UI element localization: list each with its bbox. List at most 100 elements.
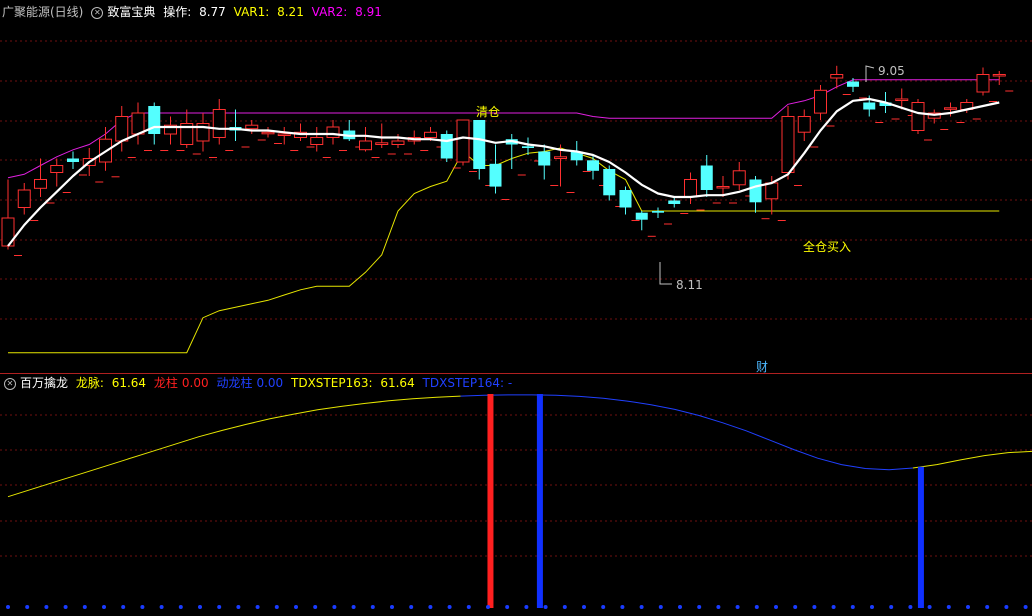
signal-dot xyxy=(505,605,510,609)
var2-value: 8.91 xyxy=(355,5,382,19)
signal-dot xyxy=(178,605,183,609)
candle-body xyxy=(944,107,957,110)
candle-body xyxy=(245,124,259,130)
high-price-label: 9.05 xyxy=(878,64,905,78)
candle-body xyxy=(554,156,567,160)
candle-body xyxy=(391,140,405,145)
candle-body xyxy=(440,134,453,159)
candle-body xyxy=(131,112,145,135)
signal-dot xyxy=(966,605,970,609)
signal-dot xyxy=(774,605,778,609)
longmai-line xyxy=(460,394,913,471)
candle-body xyxy=(911,102,925,131)
close-icon[interactable]: ✕ xyxy=(91,6,104,19)
main-header: 广聚能源(日线) ✕ 致富宝典 操作: 8.77 VAR1: 8.21 VAR2: … xyxy=(0,2,386,22)
candle-body xyxy=(619,190,632,208)
signal-dot xyxy=(908,605,913,609)
candle-body xyxy=(652,211,664,213)
var1-label: VAR1: 8.21 xyxy=(233,5,304,19)
signal-dot xyxy=(409,605,414,609)
signal-dot xyxy=(754,605,759,609)
longmai-line xyxy=(912,450,1032,469)
signal-dot xyxy=(274,605,279,609)
candle-body xyxy=(34,179,47,189)
candle-body xyxy=(684,179,697,198)
step164-label: TDXSTEP164: - xyxy=(422,376,513,390)
signal-dot xyxy=(812,605,817,609)
qianlong-bar xyxy=(536,394,543,608)
qianlong-label: 动龙柱 xyxy=(216,376,253,390)
candle-body xyxy=(424,131,437,139)
signal-dot xyxy=(639,605,644,609)
candle-body xyxy=(67,158,79,162)
longzhu-value: 0.00 xyxy=(181,376,209,390)
signal-dot xyxy=(716,605,721,609)
var1-value: 8.21 xyxy=(277,5,304,19)
candle-body xyxy=(538,151,551,166)
signal-dot xyxy=(927,605,932,609)
candle-body xyxy=(359,140,372,151)
signal-dot xyxy=(985,605,990,609)
candle-body xyxy=(261,131,275,135)
candle-body xyxy=(814,89,827,114)
longmai-line xyxy=(7,395,461,498)
step163-label: TDXSTEP163: 61.64 xyxy=(291,376,415,390)
signal-dot xyxy=(946,605,951,609)
candle-body xyxy=(895,98,909,101)
signal-dot xyxy=(658,605,663,609)
candle-body xyxy=(587,160,599,171)
candle-body xyxy=(489,163,502,187)
signal-dot xyxy=(582,605,586,609)
signal-dot xyxy=(793,605,798,609)
signal-dot xyxy=(870,605,874,609)
candle-body xyxy=(765,182,779,200)
candle-body xyxy=(749,179,762,203)
quancang-label: 全仓买入 xyxy=(803,240,852,254)
signal-dot xyxy=(6,605,10,609)
signal-dot xyxy=(82,605,87,609)
qingcang-label: 清仓 xyxy=(476,105,501,119)
signal-dot xyxy=(466,605,471,609)
candle-body xyxy=(375,142,389,146)
longmai-label: 龙脉: 61.64 xyxy=(75,376,147,390)
signal-dot xyxy=(697,605,702,609)
candle-body xyxy=(277,133,291,136)
symbol-title: 广聚能源(日线) xyxy=(2,5,84,19)
candle-body xyxy=(310,137,324,145)
signal-dot xyxy=(428,605,433,609)
candle-body xyxy=(732,170,746,186)
kline-chart[interactable] xyxy=(0,0,1032,616)
signal-dot xyxy=(447,605,452,609)
signal-dot xyxy=(63,605,68,609)
signal-dot xyxy=(678,605,682,609)
close-icon[interactable]: ✕ xyxy=(4,377,16,390)
qianlong-value: 0.00 xyxy=(256,376,284,390)
signal-dot xyxy=(121,605,126,609)
signal-dot xyxy=(332,605,337,609)
candle-body xyxy=(863,102,876,110)
op-value: 8.77 xyxy=(199,5,226,19)
signal-dot xyxy=(370,605,375,609)
candle-body xyxy=(17,189,31,208)
candle-body xyxy=(635,212,648,220)
indicator-name: 致富宝典 xyxy=(107,5,156,19)
qianlong-bar xyxy=(917,466,924,608)
op-label: 操作: 8.77 xyxy=(163,5,226,19)
signal-dot xyxy=(159,605,164,609)
candle-body xyxy=(992,74,1006,77)
candle-body xyxy=(847,81,859,87)
candle-body xyxy=(976,74,990,93)
step163-value: 61.64 xyxy=(380,376,415,390)
signal-dot xyxy=(486,605,490,609)
candle-body xyxy=(700,165,713,190)
signal-dot xyxy=(390,605,394,609)
candle-body xyxy=(326,126,340,138)
signal-dot xyxy=(44,605,49,609)
signal-dot xyxy=(1023,605,1028,609)
signal-dot xyxy=(217,605,222,609)
signal-dot xyxy=(735,605,740,609)
candle-body xyxy=(603,169,616,196)
signal-dot xyxy=(831,605,836,609)
candle-body xyxy=(716,186,730,189)
longmai-value: 61.64 xyxy=(111,376,147,390)
